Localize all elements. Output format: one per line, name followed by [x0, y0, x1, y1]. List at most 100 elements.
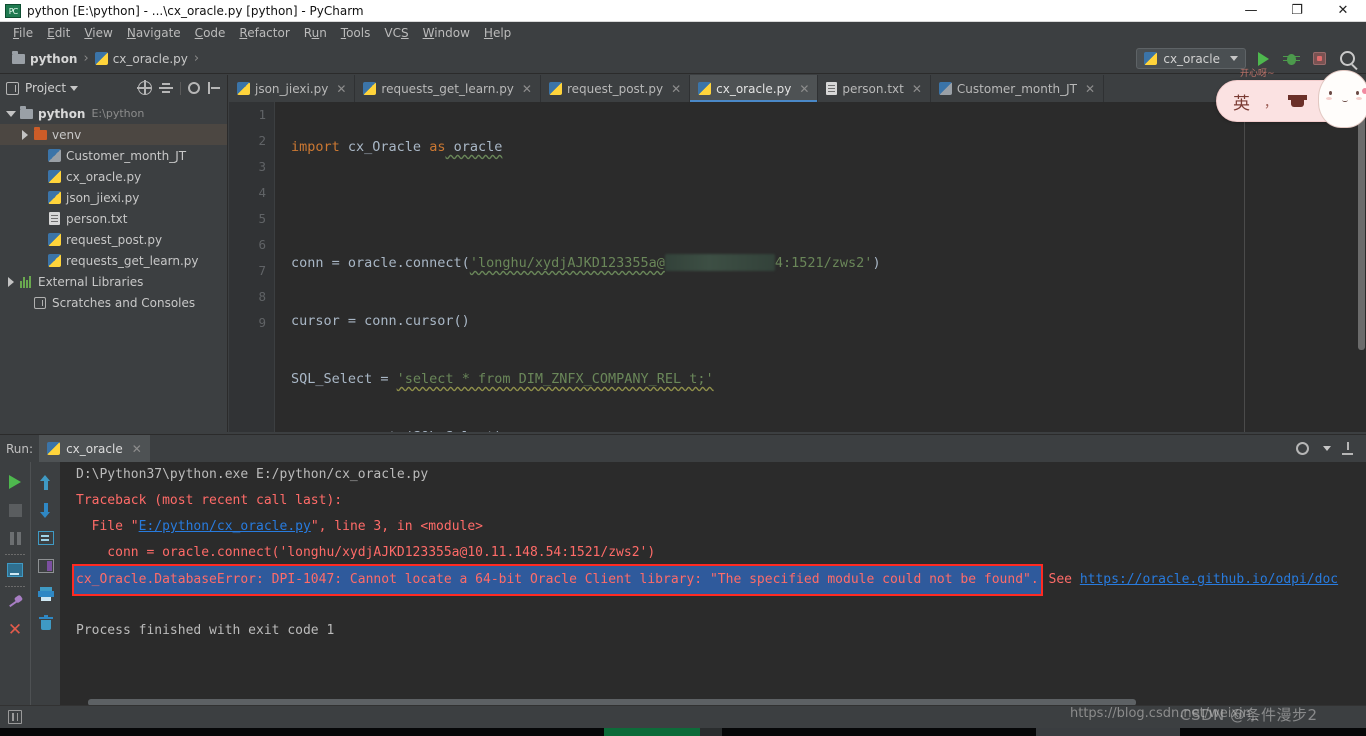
close-icon[interactable]: ✕ [799, 82, 809, 96]
menu-item-window[interactable]: Window [416, 24, 477, 42]
collapse-all-icon[interactable] [159, 81, 173, 95]
menu-item-code[interactable]: Code [188, 24, 233, 42]
search-icon [1339, 51, 1355, 66]
save-icon [37, 559, 54, 573]
expand-toggle[interactable] [4, 110, 18, 117]
menu-item-help[interactable]: Help [477, 24, 518, 42]
tree-item-venv[interactable]: venv [0, 124, 227, 145]
close-icon[interactable]: ✕ [912, 82, 922, 96]
stop-square-icon [8, 503, 22, 517]
arrow-down-icon [39, 502, 52, 518]
console-output[interactable]: D:\Python37\python.exe E:/python/cx_orac… [60, 462, 1366, 713]
layout-toggle-icon[interactable] [8, 710, 22, 724]
ime-punctuation-toggle[interactable]: ， [1264, 92, 1277, 111]
soft-wrap-button[interactable] [33, 524, 59, 552]
editor-tab-requests-get-learn-py[interactable]: requests_get_learn.py ✕ [355, 75, 541, 102]
close-run-button[interactable]: ✕ [2, 616, 28, 644]
chevron-down-icon [1230, 56, 1238, 61]
tree-item-scratches-and-consoles[interactable]: Scratches and Consoles [0, 292, 227, 313]
run-left-toolbar-secondary [30, 462, 60, 713]
taskbar-active-item[interactable] [604, 728, 700, 736]
tree-item-cx-oracle-py[interactable]: cx_oracle.py [0, 166, 227, 187]
close-icon[interactable]: ✕ [1085, 82, 1095, 96]
scrollbar-thumb[interactable] [1358, 102, 1365, 350]
close-icon[interactable]: ✕ [132, 442, 142, 456]
gear-icon[interactable] [188, 82, 200, 94]
menu-item-run[interactable]: Run [297, 24, 334, 42]
pause-button[interactable] [2, 524, 28, 552]
menu-item-tools[interactable]: Tools [334, 24, 378, 42]
window-title: python [E:\python] - ...\cx_oracle.py [p… [27, 3, 364, 18]
docs-link[interactable]: https://oracle.github.io/odpi/doc [1080, 572, 1338, 587]
code-editor[interactable]: 1 2 3 4 5 6 7 8 9 import cx_Oracle as oracle con… [229, 102, 1366, 432]
editor-tab-label: json_jiexi.py [255, 81, 329, 96]
menu-item-vcs[interactable]: VCS [377, 24, 415, 42]
coverage-button[interactable] [1308, 48, 1330, 70]
text-file-icon [46, 212, 62, 225]
print-icon [37, 587, 54, 601]
rerun-button[interactable] [2, 468, 28, 496]
minimize-button[interactable]: — [1228, 0, 1274, 22]
breadcrumb-item-cx-oracle[interactable]: cx_oracle.py [91, 50, 192, 68]
editor-tab-cx-oracle-py[interactable]: cx_oracle.py ✕ [690, 75, 819, 102]
python-file-icon [1144, 52, 1158, 65]
tree-item-customer-month-jt[interactable]: Customer_month_JT [0, 145, 227, 166]
shirt-icon[interactable] [1288, 95, 1308, 107]
menu-item-navigate[interactable]: Navigate [120, 24, 188, 42]
run-tool-window: Run: cx_oracle ✕ ✕ D:\Python37\python.ex… [0, 434, 1366, 713]
mascot-icon[interactable] [1318, 70, 1366, 128]
editor-vertical-scrollbar[interactable] [1357, 102, 1366, 382]
save-output-button[interactable] [33, 552, 59, 580]
file-link[interactable]: E:/python/cx_oracle.py [139, 519, 311, 534]
chevron-down-icon[interactable] [1323, 446, 1331, 451]
menu-item-edit[interactable]: Edit [40, 24, 77, 42]
close-icon[interactable]: ✕ [522, 82, 532, 96]
target-icon[interactable] [137, 80, 152, 95]
chevron-down-icon[interactable] [70, 85, 79, 91]
maximize-button[interactable]: ❐ [1274, 0, 1320, 22]
tree-item-request-post-py[interactable]: request_post.py [0, 229, 227, 250]
tree-item-json-jiexi-py[interactable]: json_jiexi.py [0, 187, 227, 208]
expand-toggle[interactable] [4, 276, 18, 287]
console-button[interactable] [2, 556, 28, 584]
expand-toggle[interactable] [18, 129, 32, 140]
menu-item-file[interactable]: File [6, 24, 40, 42]
close-icon[interactable]: ✕ [671, 82, 681, 96]
editor-tab-request-post-py[interactable]: request_post.py ✕ [541, 75, 691, 102]
clear-all-button[interactable] [33, 608, 59, 636]
coverage-icon [1312, 52, 1326, 65]
debug-button[interactable] [1280, 48, 1302, 70]
menu-item-refactor[interactable]: Refactor [232, 24, 296, 42]
hide-panel-icon[interactable] [207, 81, 221, 95]
close-icon[interactable]: ✕ [336, 82, 346, 96]
gear-icon[interactable] [1296, 442, 1309, 455]
close-button[interactable]: ✕ [1320, 0, 1366, 22]
breadcrumb-item-python[interactable]: python [8, 50, 81, 68]
tree-item-person-txt[interactable]: person.txt [0, 208, 227, 229]
tree-item-external-libraries[interactable]: External Libraries [0, 271, 227, 292]
editor-tab-json-jiexi-py[interactable]: json_jiexi.py ✕ [229, 75, 356, 102]
scroll-down-button[interactable] [33, 496, 59, 524]
code-content[interactable]: import cx_Oracle as oracle conn = oracle… [275, 102, 1366, 432]
pin-tab-button[interactable] [2, 588, 28, 616]
tree-item-requests-get-learn-py[interactable]: requests_get_learn.py [0, 250, 227, 271]
tree-item-label: request_post.py [66, 232, 163, 247]
search-everywhere-button[interactable] [1336, 48, 1358, 70]
scratches-icon [32, 296, 48, 309]
menu-item-view[interactable]: View [77, 24, 119, 42]
ime-mode-label[interactable]: 英 [1233, 89, 1250, 114]
breadcrumb: python › cx_oracle.py › [0, 50, 201, 68]
tree-item-python[interactable]: python E:\python [0, 103, 227, 124]
stop-button[interactable] [2, 496, 28, 524]
run-configuration-selector[interactable]: cx_oracle [1136, 48, 1246, 69]
print-button[interactable] [33, 580, 59, 608]
scroll-up-button[interactable] [33, 468, 59, 496]
editor-tab-customer-month-jt[interactable]: Customer_month_JT ✕ [931, 75, 1105, 102]
download-icon[interactable] [1341, 442, 1354, 455]
run-panel-label: Run: [6, 441, 34, 456]
run-tab-cx-oracle[interactable]: cx_oracle ✕ [39, 435, 150, 462]
ime-brand-tag: 开心呀~ [1240, 69, 1275, 79]
editor-tab-person-txt[interactable]: person.txt ✕ [818, 75, 931, 102]
soft-wrap-icon [37, 531, 54, 545]
